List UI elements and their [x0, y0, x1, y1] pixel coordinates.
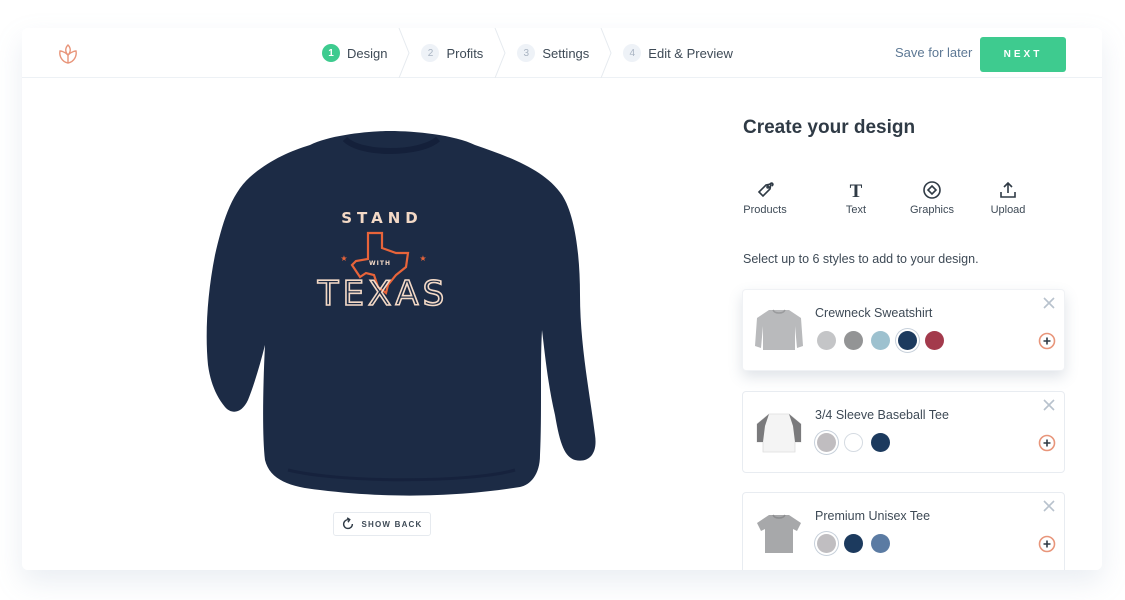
- step-settings[interactable]: 3 Settings: [507, 28, 613, 78]
- tool-label: Products: [743, 204, 787, 216]
- color-swatch[interactable]: [817, 331, 836, 350]
- tool-upload[interactable]: Upload: [970, 180, 1046, 216]
- chevron-divider-icon: [399, 28, 411, 78]
- raglan-thumbnail: [756, 413, 802, 453]
- top-bar: 1 Design 2 Profits 3 Settings 4 Edit & P…: [22, 28, 1102, 78]
- step-number: 4: [623, 44, 642, 62]
- graphics-icon: [923, 181, 941, 199]
- design-text-texas: TEXAS: [317, 274, 448, 314]
- close-icon[interactable]: [1042, 398, 1056, 412]
- step-label: Profits: [446, 45, 484, 61]
- style-card-baseball-tee[interactable]: 3/4 Sleeve Baseball Tee: [742, 391, 1065, 473]
- style-card-crewneck[interactable]: Crewneck Sweatshirt: [742, 289, 1065, 371]
- sweatshirt-thumbnail: [755, 309, 803, 350]
- design-panel: Create your design Products T Text Graph…: [742, 79, 1102, 570]
- tag-icon: [757, 182, 774, 198]
- leaf-logo-icon[interactable]: [56, 42, 80, 66]
- design-tools: Products T Text Graphics Upload: [742, 180, 1046, 216]
- color-swatch[interactable]: [817, 534, 836, 553]
- tool-label: Text: [845, 204, 867, 216]
- step-number: 2: [421, 44, 440, 62]
- style-card-unisex-tee[interactable]: Premium Unisex Tee: [742, 492, 1065, 570]
- next-button[interactable]: NEXT: [980, 37, 1066, 72]
- color-swatch[interactable]: [871, 433, 890, 452]
- style-name: Premium Unisex Tee: [815, 509, 931, 523]
- tool-label: Upload: [990, 204, 1026, 216]
- step-edit-preview[interactable]: 4 Edit & Preview: [613, 28, 757, 78]
- design-text-stand: STAND: [341, 209, 422, 227]
- text-icon: T: [850, 181, 863, 200]
- color-swatch[interactable]: [817, 433, 836, 452]
- tee-thumbnail: [757, 514, 801, 553]
- color-swatches: [817, 534, 890, 553]
- step-label: Edit & Preview: [648, 45, 733, 61]
- step-label: Settings: [542, 45, 590, 61]
- svg-text:T: T: [850, 181, 863, 200]
- step-design[interactable]: 1 Design: [312, 28, 411, 78]
- color-swatches: [817, 331, 944, 350]
- color-swatch[interactable]: [925, 331, 944, 350]
- color-swatches: [817, 433, 890, 452]
- close-icon[interactable]: [1042, 296, 1056, 310]
- rotate-icon: [343, 517, 354, 530]
- tool-graphics[interactable]: Graphics: [894, 180, 970, 216]
- color-swatch[interactable]: [844, 433, 863, 452]
- sweatshirt-preview[interactable]: STAND WITH ★ ★ TEXAS: [170, 115, 610, 515]
- color-swatch[interactable]: [898, 331, 917, 350]
- add-color-icon[interactable]: [1038, 535, 1056, 553]
- step-label: Design: [347, 45, 388, 61]
- color-swatch[interactable]: [844, 331, 863, 350]
- star-left-icon: ★: [340, 254, 347, 263]
- step-progress: 1 Design 2 Profits 3 Settings 4 Edit & P…: [312, 28, 757, 78]
- step-profits[interactable]: 2 Profits: [411, 28, 507, 78]
- design-text-with: WITH: [369, 260, 391, 267]
- star-right-icon: ★: [419, 254, 426, 263]
- add-color-icon[interactable]: [1038, 434, 1056, 452]
- upload-icon: [1000, 181, 1016, 198]
- design-canvas: STAND WITH ★ ★ TEXAS SHOW BACK: [22, 79, 722, 570]
- tool-products[interactable]: Products: [742, 180, 788, 216]
- chevron-divider-icon: [494, 28, 506, 78]
- color-swatch[interactable]: [871, 534, 890, 553]
- color-swatch[interactable]: [871, 331, 890, 350]
- styles-hint: Select up to 6 styles to add to your des…: [743, 252, 979, 266]
- show-back-label: SHOW BACK: [361, 519, 423, 529]
- save-for-later-link[interactable]: Save for later: [895, 45, 972, 60]
- chevron-divider-icon: [600, 28, 612, 78]
- step-number: 3: [517, 44, 536, 62]
- panel-title: Create your design: [743, 117, 916, 138]
- tool-text[interactable]: T Text: [818, 180, 894, 216]
- style-name: 3/4 Sleeve Baseball Tee: [815, 408, 949, 422]
- app-window: 1 Design 2 Profits 3 Settings 4 Edit & P…: [22, 28, 1102, 570]
- close-icon[interactable]: [1042, 499, 1056, 513]
- color-swatch[interactable]: [844, 534, 863, 553]
- style-name: Crewneck Sweatshirt: [815, 306, 933, 320]
- tool-label: Graphics: [909, 204, 955, 216]
- add-color-icon[interactable]: [1038, 332, 1056, 350]
- show-back-button[interactable]: SHOW BACK: [333, 512, 431, 536]
- step-number: 1: [322, 44, 340, 62]
